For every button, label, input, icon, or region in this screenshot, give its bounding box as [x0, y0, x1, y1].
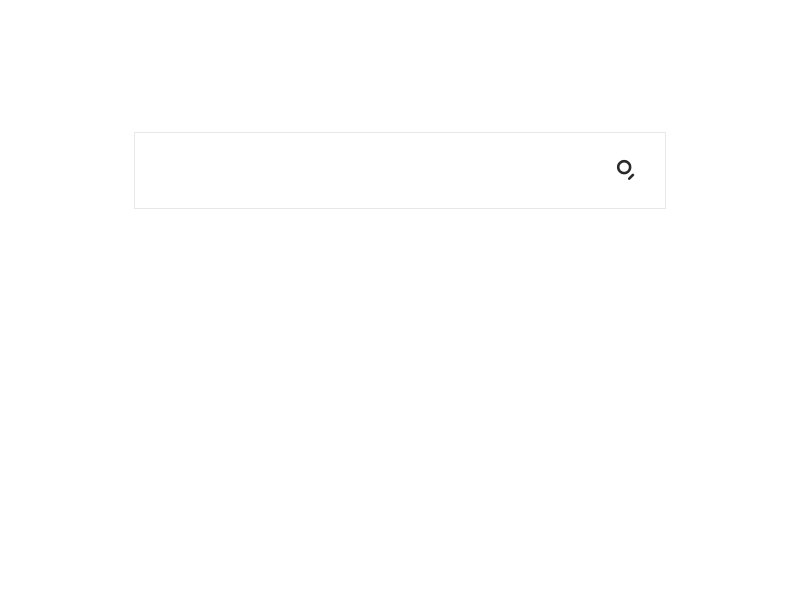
search-input[interactable] — [159, 133, 607, 208]
search-icon — [615, 158, 637, 183]
search-button[interactable] — [607, 150, 645, 191]
search-container — [134, 132, 666, 209]
